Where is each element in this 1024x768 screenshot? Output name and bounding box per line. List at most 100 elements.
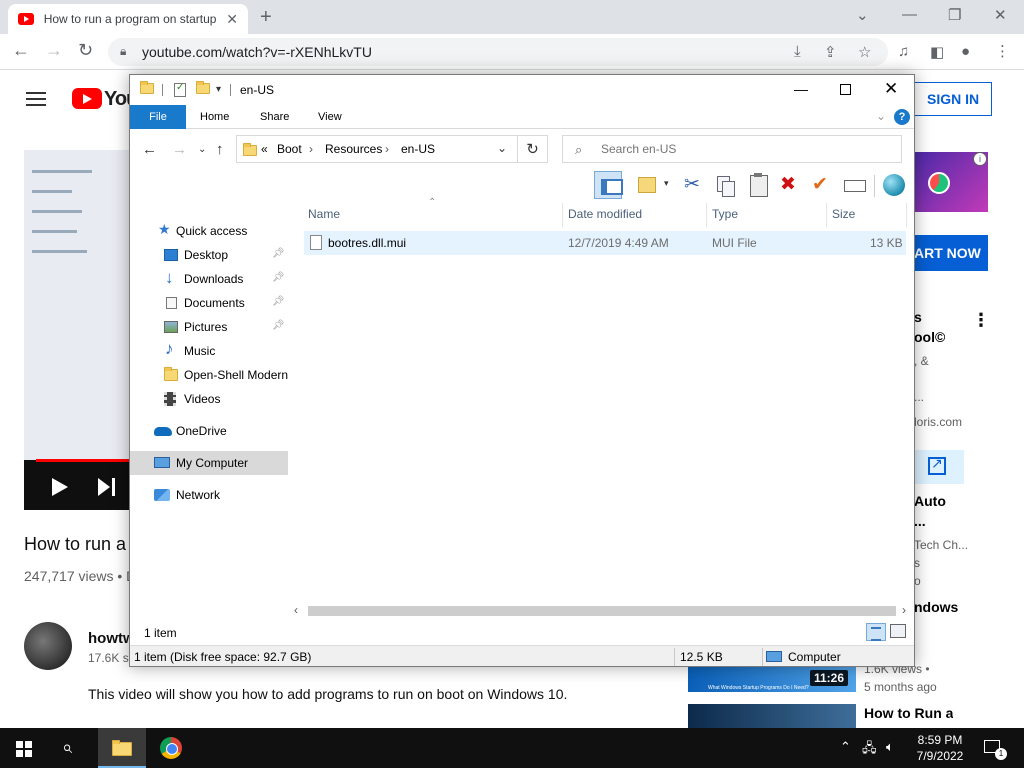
large-icons-view-icon[interactable] — [890, 624, 906, 638]
column-header-date[interactable]: Date modified — [568, 207, 642, 221]
new-tab-icon[interactable]: + — [260, 6, 272, 29]
nav-music[interactable]: Music — [130, 339, 288, 363]
reload-icon[interactable]: ↻ — [78, 40, 93, 61]
nav-desktop[interactable]: Desktop 📌︎ — [130, 243, 288, 267]
more-options-icon[interactable]: ⋮ — [972, 310, 990, 331]
share-icon[interactable]: ⇪ — [824, 43, 837, 61]
column-header-size[interactable]: Size — [832, 207, 855, 221]
browser-minimize-icon[interactable]: — — [902, 6, 917, 23]
next-video-icon[interactable] — [98, 478, 116, 496]
nav-downloads[interactable]: Downloads 📌︎ — [130, 267, 288, 291]
tab-home[interactable]: Home — [200, 105, 229, 129]
related-title-fragment[interactable]: Auto — [914, 493, 946, 509]
related-title-fragment-2[interactable]: ... — [914, 513, 926, 529]
browser-tab[interactable]: How to run a program on startup ✕ — [8, 4, 248, 34]
video-progress-bar[interactable] — [36, 459, 134, 462]
forward-arrow-icon[interactable]: → — [45, 40, 63, 61]
ad-external-link-button[interactable] — [914, 450, 964, 484]
nav-quick-access[interactable]: ★ Quick access — [130, 219, 288, 243]
breadcrumb-boot[interactable]: Boot — [277, 142, 302, 156]
details-view-icon[interactable] — [866, 623, 886, 641]
pin-icon[interactable]: 📌︎ — [272, 296, 285, 307]
address-bar[interactable]: 🔒︎ youtube.com/watch?v=-rXENhLkvTU ⤓ ⇪ ☆ — [108, 38, 888, 66]
nav-pictures[interactable]: Pictures 📌︎ — [130, 315, 288, 339]
taskbar-search-icon[interactable]: ⌕ — [62, 737, 72, 758]
chrome-icon[interactable] — [160, 737, 182, 759]
breadcrumb-en-us[interactable]: en-US — [401, 142, 435, 156]
url-text[interactable]: youtube.com/watch?v=-rXENhLkvTU — [142, 44, 372, 60]
menu-icon[interactable] — [26, 92, 46, 106]
refresh-button[interactable]: ↻ — [518, 135, 548, 163]
network-status-icon[interactable]: 🖧︎ — [862, 739, 877, 761]
recent-locations-icon[interactable]: ⌄ — [198, 144, 206, 155]
media-controls-icon[interactable]: ♫ — [898, 43, 909, 60]
tab-search-icon[interactable]: ⌄ — [856, 6, 869, 24]
windows-start-icon[interactable] — [16, 741, 32, 757]
copy-icon[interactable] — [712, 171, 740, 199]
nav-my-computer[interactable]: My Computer — [130, 451, 288, 475]
delete-icon[interactable]: ✖ — [776, 171, 804, 199]
back-arrow-icon[interactable]: ← — [12, 40, 30, 61]
explorer-forward-icon[interactable]: → — [172, 141, 187, 158]
cut-icon[interactable]: ✂ — [680, 171, 708, 199]
change-view-icon[interactable] — [632, 171, 660, 199]
new-folder-icon[interactable] — [196, 81, 210, 94]
show-hidden-icons-icon[interactable]: ⌃ — [840, 739, 851, 755]
file-row[interactable]: bootres.dll.mui 12/7/2019 4:49 AM MUI Fi… — [304, 231, 906, 255]
check-icon[interactable]: ✔ — [808, 171, 836, 199]
paste-icon[interactable] — [744, 171, 772, 199]
quick-access-toolbar-dropdown-icon[interactable]: ▾ — [216, 84, 221, 95]
install-app-icon[interactable]: ⤓ — [794, 43, 801, 60]
column-header-name[interactable]: Name — [308, 207, 340, 221]
browser-menu-icon[interactable]: ⋮ — [995, 42, 1010, 60]
breadcrumb-overflow[interactable]: « — [261, 142, 268, 156]
nav-open-shell[interactable]: Open-Shell Modern — [130, 363, 288, 387]
help-icon[interactable]: ? — [894, 109, 910, 125]
related-video-thumbnail-2[interactable] — [688, 704, 856, 728]
browser-restore-icon[interactable]: ❐ — [948, 6, 961, 24]
pin-icon[interactable]: 📌︎ — [272, 272, 285, 283]
video-player[interactable] — [24, 150, 134, 510]
address-dropdown-icon[interactable]: ⌄ — [497, 141, 507, 155]
scrollbar-thumb[interactable] — [308, 606, 896, 616]
explorer-minimize-icon[interactable]: — — [794, 81, 808, 97]
lock-icon[interactable]: 🔒︎ — [120, 44, 126, 59]
tab-share[interactable]: Share — [260, 105, 289, 129]
tab-file[interactable]: File — [130, 105, 186, 129]
nav-network[interactable]: Network — [130, 483, 288, 507]
related-title-fragment-3[interactable]: ndows — [914, 599, 958, 615]
scroll-right-icon[interactable]: › — [902, 603, 906, 617]
side-panel-icon[interactable]: ◧ — [930, 43, 944, 61]
properties-icon[interactable] — [174, 82, 186, 97]
taskbar-clock[interactable]: 8:59 PM 7/9/2022 — [910, 732, 970, 764]
view-dropdown-icon[interactable]: ▾ — [664, 178, 674, 206]
browser-close-icon[interactable]: ✕ — [994, 6, 1007, 24]
pin-icon[interactable]: 📌︎ — [272, 248, 285, 259]
taskbar-file-explorer[interactable] — [98, 728, 146, 768]
youtube-logo-icon[interactable] — [72, 88, 102, 109]
explorer-close-icon[interactable]: ✕ — [884, 79, 898, 99]
column-header-type[interactable]: Type — [712, 207, 738, 221]
channel-avatar[interactable] — [24, 622, 72, 670]
ribbon-expand-icon[interactable]: ⌄ — [876, 109, 886, 123]
profile-avatar-icon[interactable]: ● — [961, 43, 970, 60]
explorer-back-icon[interactable]: ← — [142, 141, 157, 158]
channel-name[interactable]: howtw — [88, 630, 135, 647]
play-icon[interactable] — [52, 478, 68, 496]
scroll-left-icon[interactable]: ‹ — [294, 603, 298, 617]
up-folder-icon[interactable]: ↑ — [216, 141, 224, 158]
globe-icon[interactable] — [880, 171, 908, 199]
related-video-title-2[interactable]: How to Run a — [864, 705, 953, 721]
ad-start-button[interactable]: ART NOW — [914, 235, 988, 271]
tab-view[interactable]: View — [318, 105, 342, 129]
horizontal-scrollbar[interactable]: ‹ › — [290, 603, 914, 619]
nav-onedrive[interactable]: OneDrive — [130, 419, 288, 443]
close-tab-icon[interactable]: ✕ — [226, 11, 238, 28]
explorer-search-box[interactable]: ⌕ — [562, 135, 902, 163]
bookmark-star-icon[interactable]: ☆ — [858, 43, 871, 61]
rename-icon[interactable] — [840, 171, 868, 199]
breadcrumb-resources[interactable]: Resources — [325, 142, 382, 156]
nav-videos[interactable]: Videos — [130, 387, 288, 411]
explorer-address-bar[interactable]: « Boot › Resources › en-US ⌄ — [236, 135, 518, 163]
volume-icon[interactable]: 🔈︎ — [886, 739, 894, 755]
